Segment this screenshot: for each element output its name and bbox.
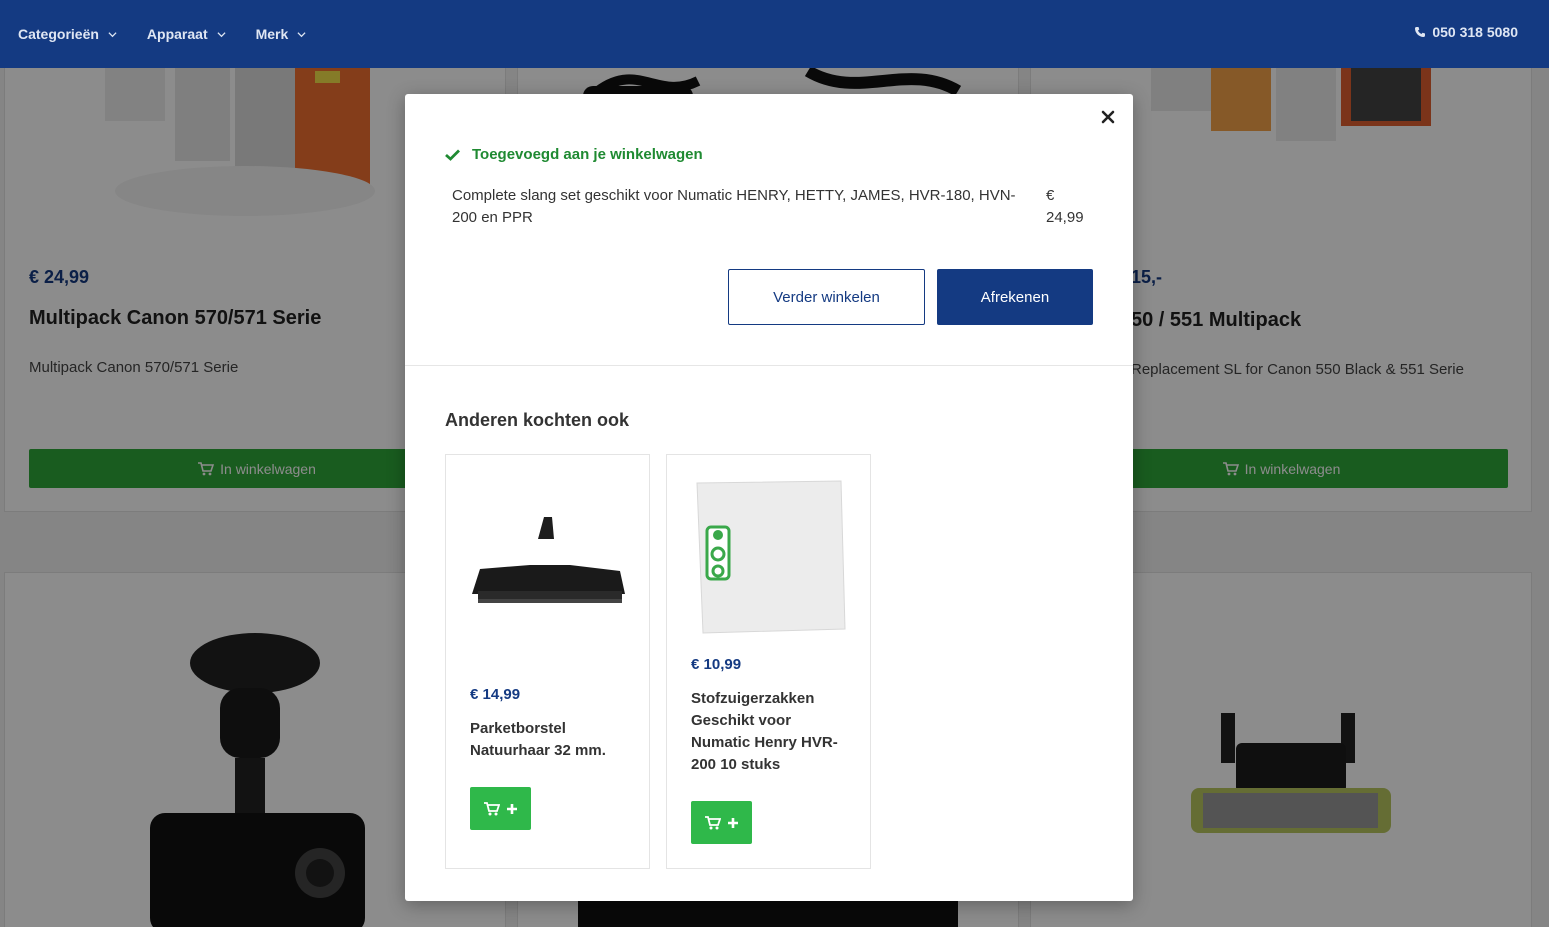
chevron-down-icon [108,31,117,37]
added-message: Toegevoegd aan je winkelwagen [472,146,703,163]
nav-merk[interactable]: Merk [256,26,307,42]
added-to-cart-modal: Toegevoegd aan je winkelwagen Complete s… [405,94,1133,901]
phone-icon [1415,27,1426,37]
recommendation-card: € 10,99 Stofzuigerzakken Geschikt voor N… [666,454,871,869]
nav-apparaat[interactable]: Apparaat [147,26,226,42]
added-item-name: Complete slang set geschikt voor Numatic… [452,187,1016,226]
product-price: € 14,99 [470,686,521,703]
recommendation-card: € 14,99 Parketborstel Natuurhaar 32 mm. [445,454,650,869]
nav-categories-label: Categorieën [18,26,99,42]
product-title[interactable]: Stofzuigerzakken Geschikt voor Numatic H… [691,688,851,776]
top-navigation: Categorieën Apparaat Merk 050 318 5080 [0,0,1549,68]
continue-shopping-button[interactable]: Verder winkelen [728,269,925,325]
product-price: € 10,99 [691,656,742,673]
phone-link[interactable]: 050 318 5080 [1414,24,1518,40]
phone-number: 050 318 5080 [1432,24,1518,40]
add-to-cart-button[interactable] [470,787,531,830]
product-title[interactable]: Parketborstel Natuurhaar 32 mm. [470,718,630,762]
product-image[interactable] [470,479,626,635]
nav-categories[interactable]: Categorieën [18,26,117,42]
chevron-down-icon [297,31,306,37]
chevron-down-icon [217,31,226,37]
recommendations-title: Anderen kochten ook [445,410,630,430]
added-item-price: € 24,99 [1046,187,1084,226]
nav-apparaat-label: Apparaat [146,26,208,42]
plus-icon [727,817,738,828]
close-icon[interactable] [1099,108,1117,126]
modal-divider [405,365,1133,366]
cart-icon [483,801,500,815]
plus-icon [506,803,517,814]
checkout-button[interactable]: Afrekenen [937,269,1093,325]
add-to-cart-button[interactable] [691,801,752,844]
nav-merk-label: Merk [255,26,289,42]
added-confirmation: Toegevoegd aan je winkelwagen [445,146,703,163]
main-nav: Categorieën Apparaat Merk [18,26,336,42]
cart-icon [704,815,721,829]
check-icon [445,149,460,161]
product-image[interactable] [691,479,847,635]
